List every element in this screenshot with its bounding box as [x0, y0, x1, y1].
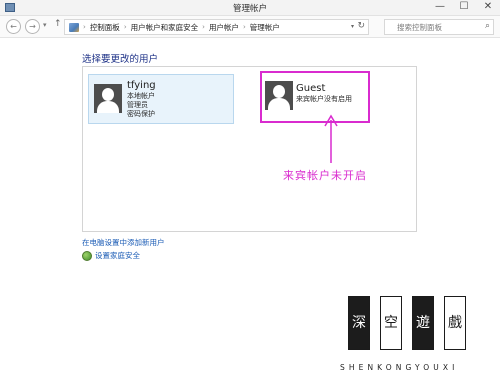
chevron-down-icon[interactable]: ▾ — [351, 23, 354, 30]
account-name: Guest — [296, 83, 326, 94]
family-safety-row: 设置家庭安全 — [82, 250, 140, 261]
breadcrumb-user-accounts-family-safety[interactable]: 用户帐户和家庭安全 — [131, 22, 199, 33]
search-box: ⌕ — [384, 19, 494, 35]
account-details: 来宾帐户没有启用 — [296, 95, 352, 104]
annotation-arrow-icon — [324, 114, 338, 163]
breadcrumb-separator: › — [123, 23, 127, 31]
account-name: tfying — [127, 80, 156, 91]
up-button[interactable]: ↑ — [54, 19, 62, 29]
watermark-char: 空 — [380, 296, 402, 350]
recent-locations-dropdown[interactable]: ▾ — [43, 21, 47, 29]
minimize-button[interactable]: — — [432, 1, 448, 14]
page-heading: 选择要更改的用户 — [82, 54, 159, 65]
control-panel-icon — [69, 22, 79, 32]
account-role: 管理员 — [127, 101, 148, 109]
watermark-char: 遊 — [412, 296, 434, 350]
maximize-button[interactable]: ☐ — [456, 1, 472, 14]
watermark-char: 深 — [348, 296, 370, 350]
search-icon[interactable]: ⌕ — [485, 21, 490, 31]
account-card-guest[interactable]: Guest 来宾帐户没有启用 — [260, 71, 370, 123]
breadcrumb-manage-accounts[interactable]: 管理帐户 — [250, 22, 280, 33]
breadcrumb-control-panel[interactable]: 控制面板 — [90, 22, 120, 33]
address-bar[interactable]: › 控制面板 › 用户帐户和家庭安全 › 用户帐户 › 管理帐户 ▾ ↻ — [64, 19, 369, 35]
navigation-bar: ← → ▾ ↑ › 控制面板 › 用户帐户和家庭安全 › 用户帐户 › 管理帐户… — [0, 16, 500, 38]
back-button[interactable]: ← — [6, 19, 21, 34]
family-safety-link[interactable]: 设置家庭安全 — [95, 250, 140, 261]
watermark-subtitle: SHENKONGYOUXI — [340, 363, 459, 372]
breadcrumb-separator: › — [202, 23, 205, 31]
window-title: 管理帐户 — [232, 4, 267, 14]
window-controls: — ☐ ✕ — [432, 1, 496, 14]
account-details: 本地帐户 管理员 密码保护 — [127, 92, 155, 119]
forward-button[interactable]: → — [25, 19, 40, 34]
breadcrumb-separator: › — [242, 23, 246, 31]
account-card-tfying[interactable]: tfying 本地帐户 管理员 密码保护 — [88, 74, 234, 124]
breadcrumb-user-accounts[interactable]: 用户帐户 — [209, 22, 239, 33]
breadcrumb-separator: › — [83, 23, 86, 31]
account-status: 来宾帐户没有启用 — [296, 95, 352, 103]
annotation-text: 来宾帐户未开启 — [283, 169, 367, 182]
add-user-link[interactable]: 在电脑设置中添加新用户 — [82, 237, 165, 248]
user-avatar-icon — [94, 84, 122, 113]
watermark-char: 戲 — [444, 296, 466, 350]
family-safety-icon — [82, 250, 92, 261]
account-password-status: 密码保护 — [127, 110, 155, 118]
refresh-icon[interactable]: ↻ — [357, 21, 365, 31]
close-button[interactable]: ✕ — [480, 1, 496, 14]
title-bar: 管理帐户 — ☐ ✕ — [0, 0, 500, 16]
search-input[interactable] — [385, 20, 477, 34]
account-type: 本地帐户 — [127, 92, 155, 100]
user-avatar-icon — [265, 81, 293, 110]
